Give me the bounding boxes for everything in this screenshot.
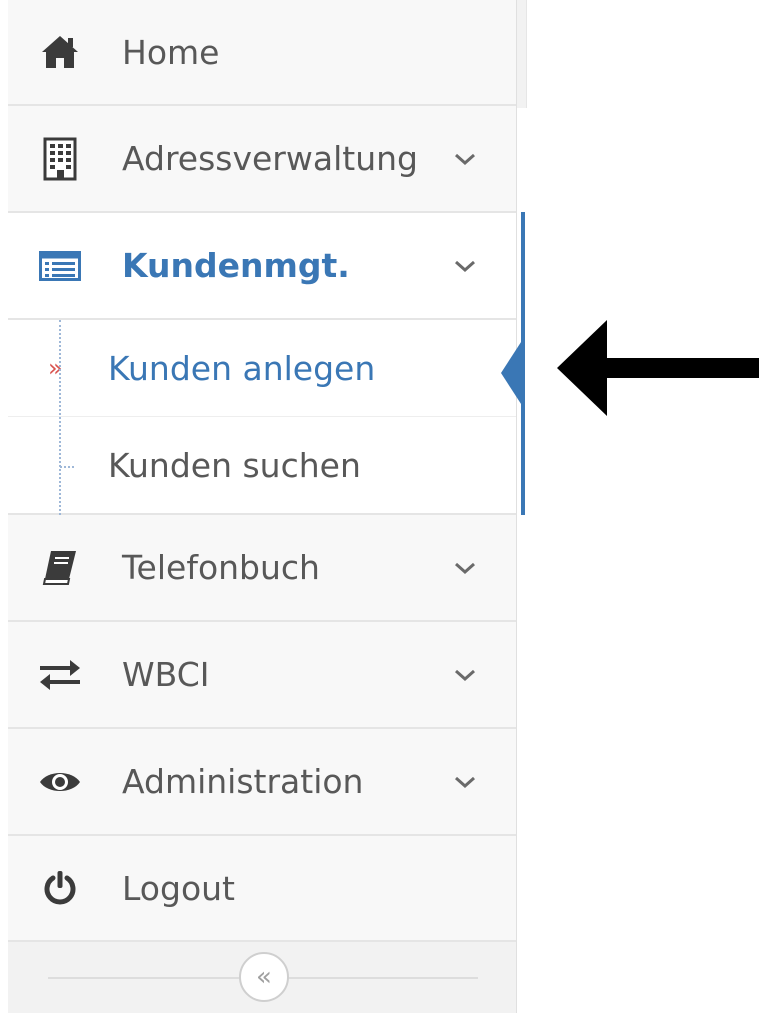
sidebar: Home Adressverwaltung Kundenmgt. » Kunde… [8, 0, 525, 1013]
chevron-down-icon[interactable] [452, 769, 478, 795]
sidebar-item-label: Home [122, 32, 220, 72]
kundenmgt-submenu: » Kunden anlegen Kunden suchen [8, 320, 516, 515]
sidebar-item-home[interactable]: Home [8, 0, 516, 106]
sidebar-item-label: Administration [122, 762, 364, 801]
sidebar-item-label: WBCI [122, 655, 210, 694]
sidebar-item-label: Telefonbuch [122, 548, 320, 587]
sidebar-item-logout[interactable]: Logout [8, 836, 516, 942]
sidebar-item-kundenmgt[interactable]: Kundenmgt. [8, 213, 516, 320]
double-chevron-left-icon: « [256, 962, 272, 992]
current-item-pointer [501, 339, 523, 407]
tree-branch [60, 466, 74, 468]
submenu-item-label: Kunden anlegen [108, 348, 376, 388]
power-icon [38, 866, 82, 910]
home-icon [38, 30, 82, 74]
sidebar-item-wbci[interactable]: WBCI [8, 622, 516, 729]
sidebar-item-label: Adressverwaltung [122, 139, 418, 178]
annotation-arrow-icon [555, 318, 759, 418]
tree-line [59, 320, 61, 515]
eye-icon [38, 760, 82, 804]
sidebar-collapse-area: « [8, 942, 516, 1013]
submenu-item-label: Kunden suchen [108, 446, 361, 485]
submenu-item-kunden-suchen[interactable]: Kunden suchen [8, 418, 516, 515]
sidebar-item-adressverwaltung[interactable]: Adressverwaltung [8, 106, 516, 213]
chevron-down-icon[interactable] [452, 555, 478, 581]
sidebar-item-administration[interactable]: Administration [8, 729, 516, 836]
chevron-down-icon[interactable] [452, 662, 478, 688]
sidebar-item-telefonbuch[interactable]: Telefonbuch [8, 515, 516, 622]
book-icon [38, 546, 82, 590]
collapse-sidebar-button[interactable]: « [239, 952, 289, 1002]
exchange-icon [38, 653, 82, 697]
chevron-down-icon[interactable] [452, 146, 478, 172]
chevron-down-icon[interactable] [452, 253, 478, 279]
top-strip [517, 0, 527, 108]
building-icon [38, 137, 82, 181]
sidebar-item-label: Logout [122, 868, 235, 908]
submenu-item-kunden-anlegen[interactable]: » Kunden anlegen [8, 320, 516, 417]
sidebar-item-label: Kundenmgt. [122, 246, 350, 285]
list-icon [38, 244, 82, 288]
